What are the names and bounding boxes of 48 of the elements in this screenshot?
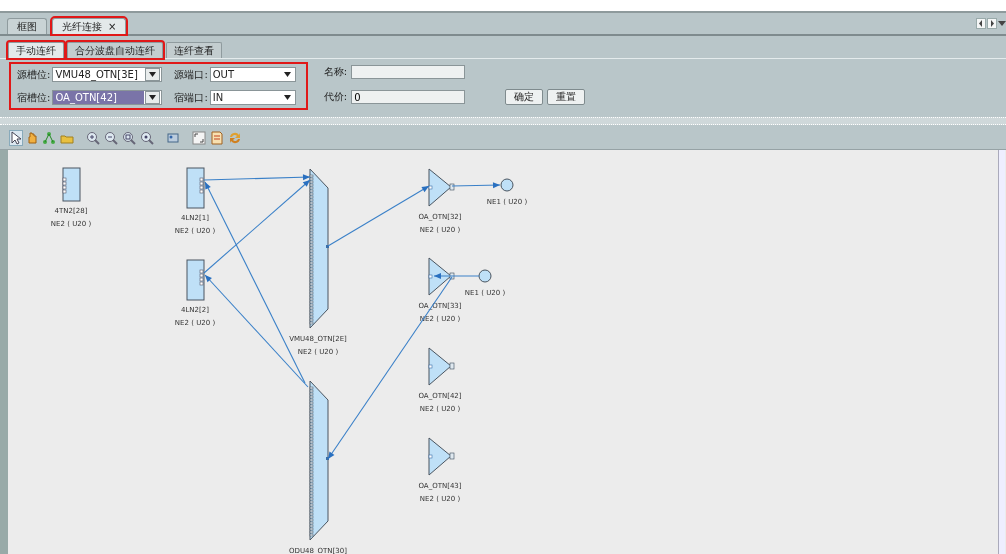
tab[interactable]: 光纤连接 × bbox=[52, 18, 127, 34]
card-node bbox=[62, 167, 81, 202]
caret-icon[interactable] bbox=[149, 95, 157, 100]
caret-icon[interactable] bbox=[283, 95, 291, 100]
dropdown[interactable]: OUT bbox=[209, 67, 296, 82]
field-label: 源端口: bbox=[174, 67, 208, 82]
field-label: 宿端口: bbox=[174, 90, 208, 105]
subtab[interactable]: 手动连纤 bbox=[8, 42, 64, 58]
field-label: 名称: bbox=[323, 65, 348, 79]
field-label: 宿槽位: bbox=[17, 90, 51, 105]
dropdown[interactable]: IN bbox=[209, 90, 296, 105]
scroll-left-icon[interactable] bbox=[976, 18, 986, 29]
pointer-icon[interactable] bbox=[10, 131, 22, 145]
fit-window-icon[interactable] bbox=[192, 131, 206, 145]
zoom-reset-icon[interactable] bbox=[140, 131, 154, 145]
ne-node bbox=[500, 178, 514, 192]
zoom-fit-icon[interactable] bbox=[122, 131, 136, 145]
amplifier-node bbox=[428, 437, 455, 476]
dropdown[interactable]: OA_OTN[42] bbox=[52, 90, 163, 105]
scroll-right-icon[interactable] bbox=[987, 18, 997, 29]
caret-icon[interactable] bbox=[283, 72, 291, 77]
fiber-link bbox=[451, 182, 501, 189]
dropdown[interactable]: VMU48_OTN[3E] bbox=[52, 67, 163, 82]
name-field[interactable] bbox=[351, 65, 466, 79]
document-icon[interactable] bbox=[210, 131, 224, 145]
subtab[interactable]: 合分波盘自动连纤 bbox=[67, 42, 163, 58]
field-label: 源槽位: bbox=[17, 67, 51, 82]
tab-label: 光纤连接 bbox=[62, 19, 102, 34]
amplifier-node bbox=[428, 168, 455, 207]
card-node bbox=[186, 259, 205, 301]
subtab[interactable]: 连纤查看 bbox=[166, 42, 222, 58]
link-icon[interactable] bbox=[42, 131, 56, 145]
cost-field[interactable]: 0 bbox=[351, 90, 466, 104]
form-button[interactable]: 重置 bbox=[547, 89, 586, 105]
card-node bbox=[186, 167, 205, 209]
tab[interactable]: 框图 bbox=[7, 18, 47, 34]
tab-label: 框图 bbox=[17, 19, 37, 34]
amplifier-node bbox=[428, 257, 455, 296]
form-button[interactable]: 确定 bbox=[505, 89, 544, 105]
caret-icon[interactable] bbox=[149, 72, 157, 77]
close-icon[interactable]: × bbox=[108, 21, 117, 32]
scrollbar[interactable] bbox=[998, 150, 1005, 554]
zoom-in-icon[interactable] bbox=[86, 131, 100, 145]
layout-icon[interactable] bbox=[166, 131, 180, 145]
amplifier-node bbox=[428, 347, 455, 386]
zoom-out-icon[interactable] bbox=[104, 131, 118, 145]
ne-node bbox=[478, 269, 492, 283]
field-label: 代价: bbox=[323, 90, 348, 104]
